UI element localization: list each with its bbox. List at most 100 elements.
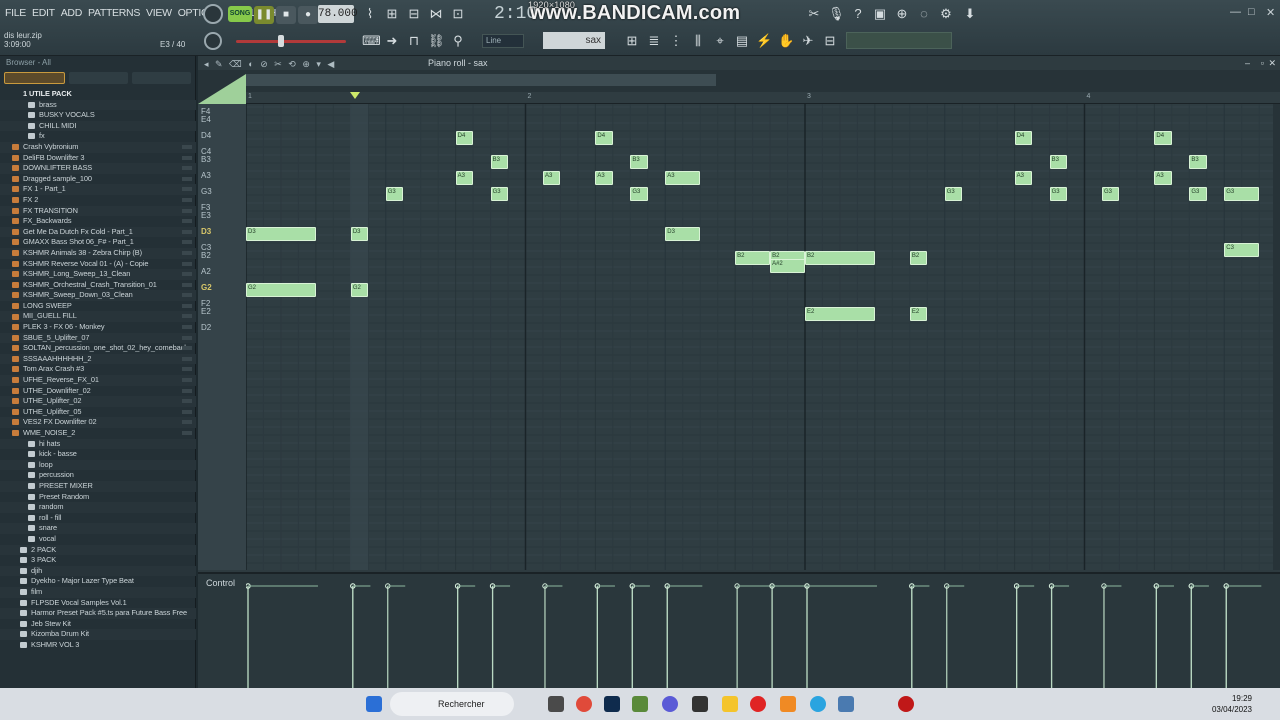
minecraft-icon[interactable]	[632, 696, 648, 712]
browser-item[interactable]: UTHE_Uplifter_05	[0, 407, 196, 418]
browser-item[interactable]: brass	[0, 99, 196, 111]
fl-studio-icon[interactable]	[780, 696, 796, 712]
preview-icon[interactable]	[182, 325, 192, 330]
preview-icon[interactable]	[182, 144, 192, 149]
browser-item[interactable]: FX 1 - Part_1	[0, 184, 196, 195]
control-selector[interactable]: Control	[206, 578, 235, 588]
master-volume-knob[interactable]	[203, 4, 223, 24]
browser-item[interactable]: KSHMR_Orchestral_Crash_Transition_01	[0, 280, 196, 291]
preview-icon[interactable]	[182, 335, 192, 340]
browser-item[interactable]: UTHE_Uplifter_02	[0, 396, 196, 407]
note[interactable]: D4	[1154, 131, 1172, 145]
browser-item[interactable]: KSHMR_Sweep_Down_03_Clean	[0, 290, 196, 301]
note[interactable]: G3	[385, 187, 404, 201]
preview-icon[interactable]	[182, 166, 192, 171]
preview-icon[interactable]	[182, 303, 192, 308]
instrument-field[interactable]	[543, 32, 605, 49]
browser-item[interactable]: djih	[0, 565, 196, 577]
browser-item[interactable]: LONG SWEEP	[0, 301, 196, 312]
piano-keys[interactable]: F4 E4 D4 C4 B3 A3 G3 F3 E3 D3 C3 B2 A2 G2 F2 E2 D2	[198, 104, 246, 570]
browser-item[interactable]: PRESET MIXER	[0, 480, 196, 492]
browser-icon[interactable]: ▤	[734, 33, 750, 49]
browser-item[interactable]: loop	[0, 459, 196, 471]
maximize-icon[interactable]: ▫	[1261, 56, 1264, 70]
plugin-icon[interactable]: ⚙	[938, 6, 954, 22]
note[interactable]: A3	[455, 171, 474, 185]
preview-icon[interactable]	[182, 431, 192, 435]
menu-add[interactable]: ADD	[60, 7, 83, 19]
browser-item[interactable]: hi hats	[0, 438, 196, 450]
browser-item[interactable]: KSHMR VOL 3	[0, 640, 196, 651]
browser-item[interactable]: FX TRANSITION	[0, 205, 196, 217]
preview-icon[interactable]	[182, 155, 192, 160]
magnet-icon[interactable]: ⊓	[406, 33, 422, 49]
pause-icon[interactable]: ❚❚	[254, 6, 274, 24]
preview-icon[interactable]	[182, 261, 192, 266]
close-icon[interactable]: ✕	[1266, 6, 1275, 19]
browser-item[interactable]: KSHMR Reverse Vocal 01 - (A) - Copie	[0, 259, 196, 270]
slider-handle[interactable]	[278, 35, 284, 47]
playlist-icon[interactable]: ≣	[646, 33, 662, 49]
browser-item[interactable]: VES2 FX Downlifter 02	[0, 417, 196, 428]
browser-item[interactable]: percussion	[0, 470, 196, 481]
browser-item[interactable]: Harmor Preset Pack #5.ts para Future Bas…	[0, 608, 196, 619]
browser-item[interactable]: Get Me Da Dutch Fx Cold - Part_1	[0, 226, 196, 238]
bandicam-icon[interactable]	[898, 696, 914, 712]
browser-item[interactable]: kick - basse	[0, 449, 196, 460]
timeline-ruler[interactable]: 1 2 3 4	[246, 92, 1280, 104]
browser-item[interactable]: GMAXX Bass Shot 06_F# - Part_1	[0, 237, 196, 248]
browser-item[interactable]: BUSKY VOCALS	[0, 110, 196, 121]
help-icon[interactable]: ?	[850, 6, 866, 22]
maximize-icon[interactable]: □	[1248, 6, 1255, 18]
task-view-icon[interactable]	[548, 696, 564, 712]
browser-item[interactable]: snare	[0, 523, 196, 534]
note[interactable]: G3	[1224, 187, 1260, 201]
preview-icon[interactable]	[182, 420, 192, 425]
master-pitch-slider[interactable]	[236, 40, 346, 43]
chat-icon[interactable]: ◌	[916, 6, 932, 22]
browser-item[interactable]: SOLTAN_percussion_one_shot_02_hey_comeba…	[0, 343, 196, 354]
pattern-selector[interactable]	[846, 32, 952, 49]
minimize-icon[interactable]: —	[1230, 6, 1241, 18]
browser-item[interactable]: UFHE_Reverse_FX_01	[0, 375, 196, 386]
preview-icon[interactable]	[182, 219, 192, 224]
browser-item[interactable]: 3 PACK	[0, 555, 196, 566]
browser-item[interactable]: vocal	[0, 534, 196, 545]
browser-item[interactable]: SSSAAAHHHHHH_2	[0, 353, 196, 365]
note[interactable]: D4	[595, 131, 613, 145]
song-mode-button[interactable]: SONG	[228, 6, 252, 22]
preview-icon[interactable]	[182, 378, 192, 383]
menu-file[interactable]: FILE	[4, 7, 27, 19]
preview-icon[interactable]	[182, 240, 192, 245]
browser-item[interactable]: FX_Backwards	[0, 216, 196, 227]
note[interactable]: D4	[455, 131, 474, 145]
preview-icon[interactable]	[182, 293, 192, 298]
minimize-icon[interactable]: –	[1245, 56, 1250, 70]
cut-icon[interactable]: ✂	[806, 6, 822, 22]
browser-item[interactable]: Dragged sample_100	[0, 174, 196, 185]
note[interactable]: B2	[805, 251, 875, 265]
browser-item[interactable]: roll - fill	[0, 513, 196, 524]
tempo-display[interactable]: 78.000	[318, 5, 358, 23]
pitch-knob[interactable]	[204, 32, 222, 50]
note[interactable]: G2	[350, 283, 369, 297]
taskbar-search[interactable]: Rechercher	[390, 692, 514, 716]
stop-icon[interactable]: ■	[276, 6, 296, 24]
browser-item[interactable]: fx	[0, 131, 196, 142]
piano-icon[interactable]: ⫼	[690, 33, 706, 49]
browser-item[interactable]: 1 UTILE PACK	[0, 89, 196, 100]
countdown-icon[interactable]: ⊡	[450, 6, 466, 22]
playhead-marker[interactable]	[350, 92, 360, 99]
preview-icon[interactable]	[182, 388, 192, 393]
link-icon[interactable]: ⛓	[428, 33, 445, 49]
browser-item[interactable]: 2 PACK	[0, 544, 196, 556]
note[interactable]: D4	[1014, 131, 1033, 145]
browser-item[interactable]: Jeb Stew Kit	[0, 619, 196, 630]
save-icon[interactable]: ▣	[872, 6, 888, 22]
note[interactable]: A3	[665, 171, 701, 185]
browser-item[interactable]: film	[0, 586, 196, 598]
note[interactable]: A3	[542, 171, 561, 185]
steam-icon[interactable]	[692, 696, 708, 712]
microphone-icon[interactable]: 🎙	[828, 6, 845, 22]
close-icon[interactable]: ✕	[1268, 56, 1276, 70]
